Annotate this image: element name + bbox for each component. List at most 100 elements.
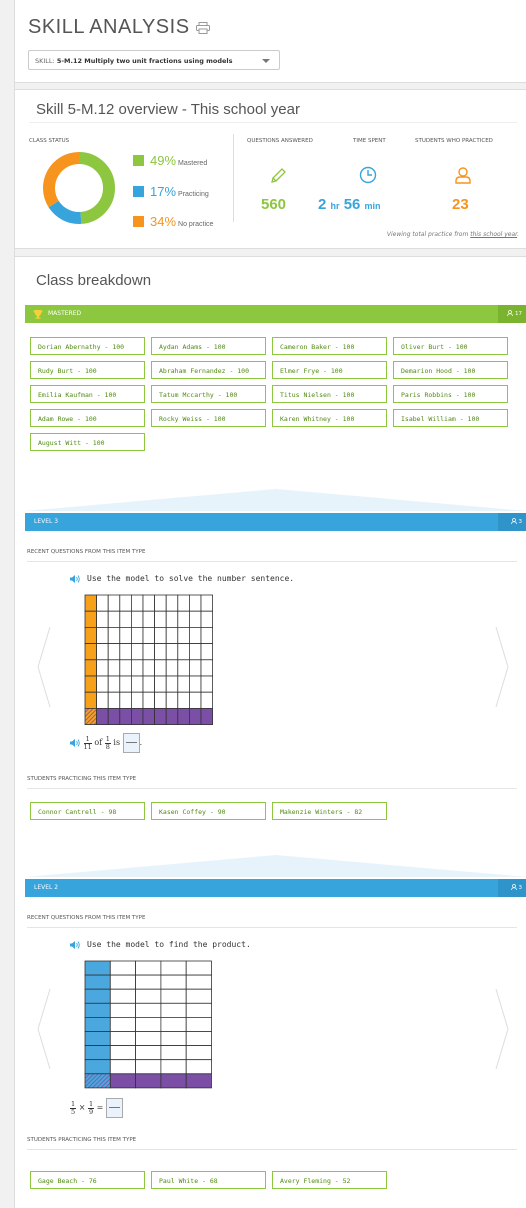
grid-cell bbox=[107, 659, 121, 677]
nopractice-pct: 34% bbox=[150, 214, 177, 229]
grid-cell bbox=[131, 643, 144, 661]
student-chip[interactable]: Avery Fleming - 52 bbox=[272, 1171, 387, 1189]
student-chip[interactable]: Elmer Frye - 100 bbox=[272, 361, 387, 379]
level3-bar[interactable]: LEVEL 3 3 bbox=[25, 513, 526, 531]
student-chip[interactable]: Paul White - 68 bbox=[151, 1171, 266, 1189]
grid-cell bbox=[135, 1031, 162, 1047]
student-chip[interactable]: Emilia Kaufman - 100 bbox=[30, 385, 145, 403]
printer-icon[interactable] bbox=[196, 22, 210, 34]
grid-cell bbox=[107, 643, 121, 661]
student-chip[interactable]: Cameron Baker - 100 bbox=[272, 337, 387, 355]
grid-cell bbox=[119, 643, 132, 661]
chevron-left-icon[interactable] bbox=[37, 627, 51, 707]
chevron-left-icon[interactable] bbox=[37, 989, 51, 1069]
level2-fraction-model bbox=[84, 960, 212, 1089]
fraction: 19 bbox=[87, 1100, 95, 1116]
grid-cell bbox=[135, 1059, 162, 1075]
level3-question-text: Use the model to solve the number senten… bbox=[87, 574, 295, 583]
chevron-right-icon[interactable] bbox=[495, 627, 509, 707]
speaker-icon[interactable] bbox=[69, 940, 81, 950]
grid-cell bbox=[185, 1031, 212, 1047]
grid-cell bbox=[107, 594, 121, 612]
denominator: 5 bbox=[71, 1107, 76, 1116]
overview-title: Skill 5-M.12 overview - This school year bbox=[36, 101, 300, 118]
questions-answered-value: 560 bbox=[261, 196, 287, 213]
grid-cell bbox=[160, 988, 187, 1004]
grid-cell bbox=[154, 691, 167, 709]
divider bbox=[29, 122, 517, 123]
grid-cell bbox=[177, 659, 190, 677]
student-chip[interactable]: Connor Cantrell - 98 bbox=[30, 802, 145, 820]
grid-cell bbox=[131, 594, 144, 612]
speaker-icon[interactable] bbox=[69, 738, 81, 748]
level2-question-text: Use the model to find the product. bbox=[87, 940, 251, 949]
grid-cell bbox=[109, 1031, 136, 1047]
student-chip[interactable]: Tatum Mccarthy - 100 bbox=[151, 385, 266, 403]
students-practiced-label: STUDENTS WHO PRACTICED bbox=[415, 138, 493, 144]
grid-cell bbox=[160, 960, 187, 976]
skill-select-prefix: SKILL: bbox=[35, 57, 55, 65]
grid-cell bbox=[177, 708, 190, 726]
grid-cell bbox=[107, 708, 121, 726]
students-practiced-value: 23 bbox=[452, 196, 469, 213]
student-chip[interactable]: Kasen Coffey - 90 bbox=[151, 802, 266, 820]
grid-cell bbox=[160, 1031, 187, 1047]
practicing-label: Practicing bbox=[178, 191, 209, 198]
level2-bar[interactable]: LEVEL 2 3 bbox=[25, 879, 526, 897]
pencil-icon bbox=[271, 168, 286, 183]
grid-cell bbox=[135, 1073, 162, 1089]
grid-cell bbox=[131, 659, 144, 677]
time-hr-value: 2 bbox=[318, 196, 327, 213]
grid-cell bbox=[131, 708, 144, 726]
grid-cell bbox=[160, 1045, 187, 1061]
student-chip[interactable]: Karen Whitney - 100 bbox=[272, 409, 387, 427]
grid-cell bbox=[165, 594, 179, 612]
viewing-suffix: . bbox=[517, 231, 519, 238]
student-chip[interactable]: Adam Rowe - 100 bbox=[30, 409, 145, 427]
grid-cell bbox=[84, 691, 98, 709]
grid-cell bbox=[142, 675, 156, 693]
grid-cell bbox=[165, 610, 179, 628]
viewing-link[interactable]: this school year bbox=[470, 231, 517, 238]
student-chip[interactable]: Oliver Burt - 100 bbox=[393, 337, 508, 355]
level3-practicing-label: STUDENTS PRACTICING THIS ITEM TYPE bbox=[27, 776, 137, 782]
student-chip[interactable]: Abraham Fernandez - 100 bbox=[151, 361, 266, 379]
divider bbox=[27, 788, 517, 789]
class-status-label: CLASS STATUS bbox=[29, 138, 70, 144]
student-icon bbox=[510, 884, 517, 891]
nopractice-swatch bbox=[133, 216, 144, 227]
student-chip[interactable]: Rudy Burt - 100 bbox=[30, 361, 145, 379]
skill-select[interactable]: SKILL: 5-M.12 Multiply two unit fraction… bbox=[28, 50, 280, 70]
student-chip[interactable]: Dorian Abernathy - 100 bbox=[30, 337, 145, 355]
grid-cell bbox=[84, 594, 98, 612]
overview-panel: Skill 5-M.12 overview - This school year… bbox=[15, 89, 526, 249]
student-chip[interactable]: Paris Robbins - 100 bbox=[393, 385, 508, 403]
grid-cell bbox=[177, 643, 190, 661]
student-chip[interactable]: Isabel William - 100 bbox=[393, 409, 508, 427]
student-chip[interactable]: Rocky Weiss - 100 bbox=[151, 409, 266, 427]
grid-cell bbox=[185, 1073, 212, 1089]
of-text: of bbox=[94, 738, 103, 747]
grid-cell bbox=[200, 610, 214, 628]
grid-cell bbox=[96, 627, 109, 645]
skill-select-value: 5-M.12 Multiply two unit fractions using… bbox=[56, 57, 233, 65]
mastered-swatch bbox=[133, 155, 144, 166]
student-chip[interactable]: Demarion Hood - 100 bbox=[393, 361, 508, 379]
student-icon bbox=[507, 310, 513, 317]
student-chip[interactable]: August Witt - 100 bbox=[30, 433, 145, 451]
grid-cell bbox=[189, 659, 202, 677]
chevron-right-icon[interactable] bbox=[495, 989, 509, 1069]
grid-cell bbox=[131, 610, 144, 628]
student-chip[interactable]: Titus Nielsen - 100 bbox=[272, 385, 387, 403]
student-chip[interactable]: Makenzie Winters - 82 bbox=[272, 802, 387, 820]
grid-cell bbox=[165, 659, 179, 677]
grid-cell bbox=[135, 988, 162, 1004]
level3-count: 3 bbox=[498, 513, 526, 531]
grid-cell bbox=[142, 627, 156, 645]
student-chip[interactable]: Gage Beach - 76 bbox=[30, 1171, 145, 1189]
mastered-bar[interactable]: MASTERED 17 bbox=[25, 305, 526, 323]
grid-cell bbox=[96, 594, 109, 612]
speaker-icon[interactable] bbox=[69, 574, 81, 584]
student-chip[interactable]: Aydan Adams - 100 bbox=[151, 337, 266, 355]
grid-cell bbox=[200, 708, 214, 726]
